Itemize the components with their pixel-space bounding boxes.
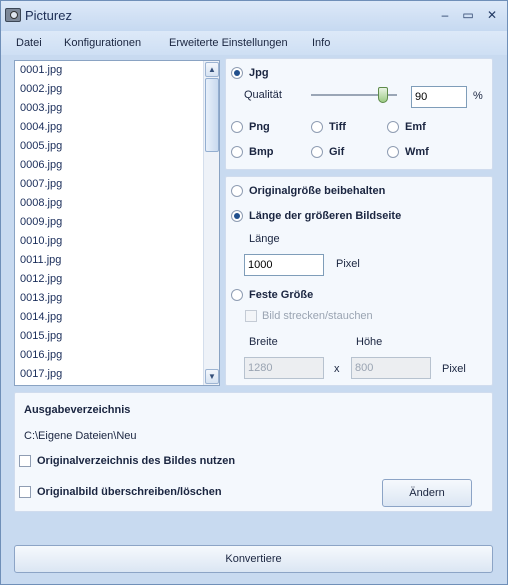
label-bmp: Bmp bbox=[249, 146, 274, 158]
list-item[interactable]: 0009.jpg bbox=[20, 213, 62, 232]
label-stretch: Bild strecken/stauchen bbox=[262, 310, 373, 322]
height-input[interactable]: 800 bbox=[351, 357, 431, 379]
label-fixed-size: Feste Größe bbox=[249, 289, 314, 301]
scroll-down-icon[interactable]: ▼ bbox=[205, 369, 219, 384]
camera-icon bbox=[5, 8, 21, 22]
radio-wmf[interactable] bbox=[387, 146, 399, 158]
close-button[interactable]: ✕ bbox=[481, 5, 503, 25]
list-item[interactable]: 0015.jpg bbox=[20, 327, 62, 346]
list-item[interactable]: 0016.jpg bbox=[20, 346, 62, 365]
list-item[interactable]: 0003.jpg bbox=[20, 99, 62, 118]
label-width: Breite bbox=[249, 336, 278, 348]
list-item[interactable]: 0014.jpg bbox=[20, 308, 62, 327]
list-item[interactable]: 0004.jpg bbox=[20, 118, 62, 137]
radio-tiff[interactable] bbox=[311, 121, 323, 133]
quality-input[interactable]: 90 bbox=[411, 86, 467, 108]
size-panel bbox=[225, 176, 493, 386]
list-scrollbar[interactable]: ▲ ▼ bbox=[203, 61, 219, 385]
label-keep-original: Originalgröße beibehalten bbox=[249, 185, 386, 197]
menu-konfigurationen[interactable]: Konfigurationen bbox=[64, 37, 141, 49]
label-quality: Qualität bbox=[244, 89, 282, 101]
title-bar: Picturez ‒ ▭ ✕ bbox=[1, 1, 507, 31]
radio-gif[interactable] bbox=[311, 146, 323, 158]
menu-info[interactable]: Info bbox=[312, 37, 330, 49]
menu-datei[interactable]: Datei bbox=[16, 37, 42, 49]
label-length: Länge bbox=[249, 233, 280, 245]
radio-longer-side[interactable] bbox=[231, 210, 243, 222]
label-use-original-dir: Originalverzeichnis des Bildes nutzen bbox=[37, 455, 236, 467]
file-list[interactable]: 0001.jpg 0002.jpg 0003.jpg 0004.jpg 0005… bbox=[14, 60, 220, 386]
list-item[interactable]: 0008.jpg bbox=[20, 194, 62, 213]
change-button[interactable]: Ändern bbox=[382, 479, 472, 507]
label-gif: Gif bbox=[329, 146, 345, 158]
use-original-dir-checkbox[interactable] bbox=[19, 455, 31, 467]
minimize-button[interactable]: ‒ bbox=[434, 5, 456, 25]
label-height: Höhe bbox=[356, 336, 383, 348]
radio-jpg[interactable] bbox=[231, 67, 243, 79]
convert-button[interactable]: Konvertiere bbox=[14, 545, 493, 573]
radio-keep-original[interactable] bbox=[231, 185, 243, 197]
quality-slider-thumb[interactable] bbox=[378, 87, 388, 103]
stretch-checkbox[interactable] bbox=[245, 310, 257, 322]
list-item[interactable]: 0001.jpg bbox=[20, 61, 62, 80]
length-input[interactable]: 1000 bbox=[244, 254, 324, 276]
list-item[interactable]: 0005.jpg bbox=[20, 137, 62, 156]
fixed-size-unit: Pixel bbox=[442, 363, 466, 375]
scroll-thumb[interactable] bbox=[205, 78, 219, 152]
label-longer-side: Länge der größeren Bildseite bbox=[249, 210, 402, 222]
label-emf: Emf bbox=[405, 121, 426, 133]
list-item[interactable]: 0007.jpg bbox=[20, 175, 62, 194]
radio-emf[interactable] bbox=[387, 121, 399, 133]
list-item[interactable]: 0002.jpg bbox=[20, 80, 62, 99]
menu-erweiterte-einstellungen[interactable]: Erweiterte Einstellungen bbox=[169, 37, 288, 49]
menu-bar: Datei Konfigurationen Erweiterte Einstel… bbox=[1, 31, 507, 55]
label-tiff: Tiff bbox=[329, 121, 346, 133]
radio-bmp[interactable] bbox=[231, 146, 243, 158]
size-separator: x bbox=[334, 363, 340, 375]
list-item[interactable]: 0006.jpg bbox=[20, 156, 62, 175]
overwrite-checkbox[interactable] bbox=[19, 486, 31, 498]
app-window: Picturez ‒ ▭ ✕ Datei Konfigurationen Erw… bbox=[0, 0, 508, 585]
list-item[interactable]: 0012.jpg bbox=[20, 270, 62, 289]
label-wmf: Wmf bbox=[405, 146, 429, 158]
label-png: Png bbox=[249, 121, 270, 133]
label-overwrite: Originalbild überschreiben/löschen bbox=[37, 486, 222, 498]
list-item[interactable]: 0017.jpg bbox=[20, 365, 62, 384]
quality-unit: % bbox=[473, 90, 483, 102]
label-jpg: Jpg bbox=[249, 67, 269, 79]
radio-fixed-size[interactable] bbox=[231, 289, 243, 301]
output-title: Ausgabeverzeichnis bbox=[24, 404, 131, 416]
width-input[interactable]: 1280 bbox=[244, 357, 324, 379]
list-item[interactable]: 0010.jpg bbox=[20, 232, 62, 251]
maximize-button[interactable]: ▭ bbox=[457, 5, 479, 25]
radio-png[interactable] bbox=[231, 121, 243, 133]
list-item[interactable]: 0013.jpg bbox=[20, 289, 62, 308]
list-item[interactable]: 0011.jpg bbox=[20, 251, 61, 270]
scroll-up-icon[interactable]: ▲ bbox=[205, 62, 219, 77]
output-path: C:\Eigene Dateien\Neu bbox=[24, 430, 137, 442]
length-unit: Pixel bbox=[336, 258, 360, 270]
window-title: Picturez bbox=[25, 8, 72, 23]
